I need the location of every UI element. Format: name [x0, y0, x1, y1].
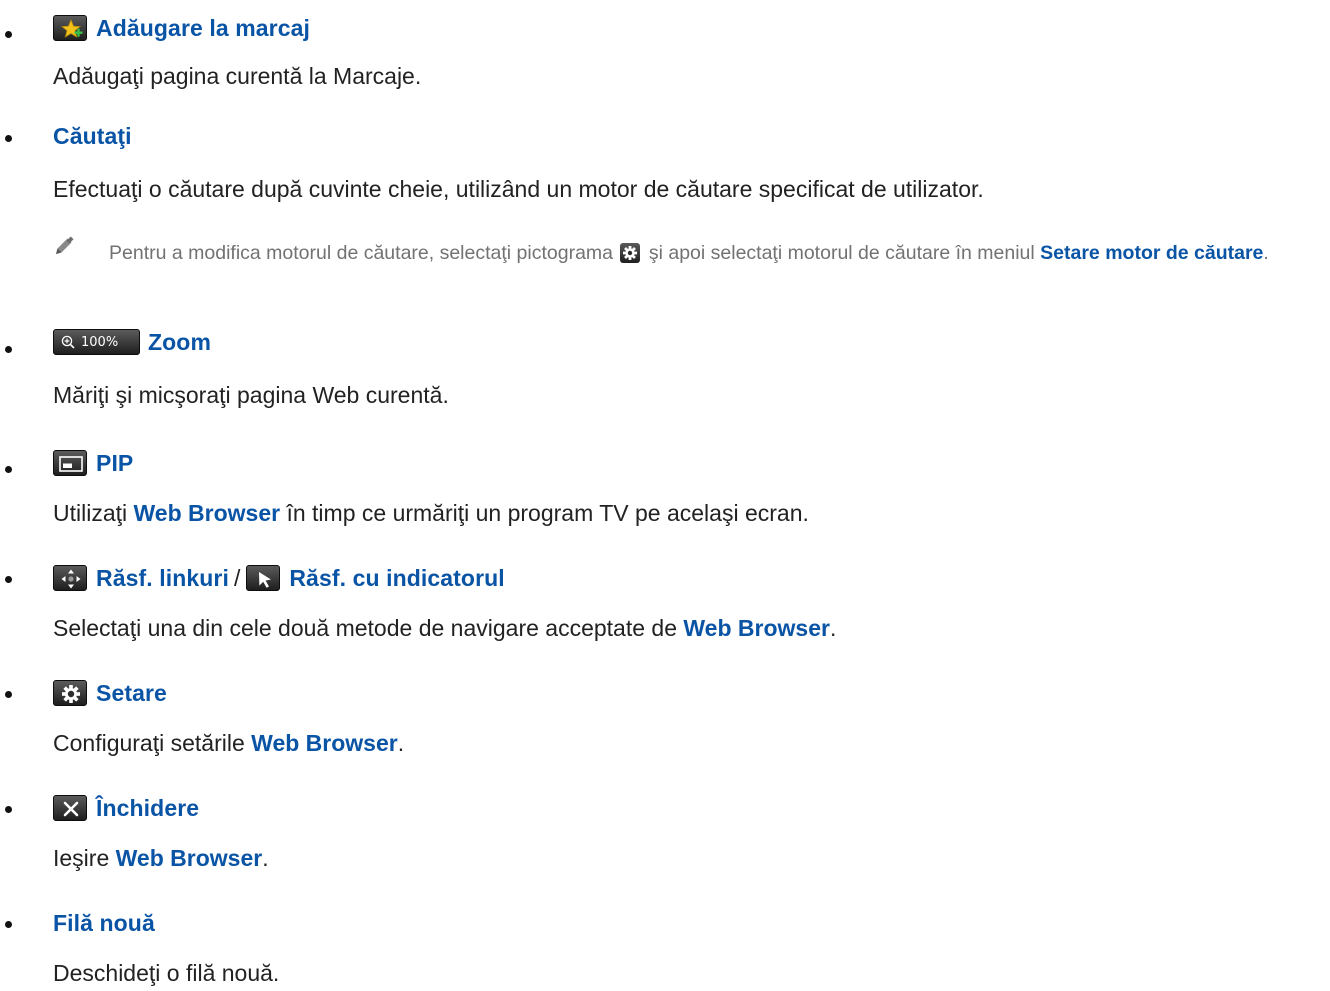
- item-description: Selectaţi una din cele două metode de na…: [53, 615, 836, 642]
- description-prefix: Selectaţi una din cele două metode de na…: [53, 615, 677, 641]
- note-text-before: Pentru a modifica motorul de căutare, se…: [109, 242, 614, 264]
- description-suffix: .: [397, 730, 405, 756]
- item-title: Adăugare la marcaj: [96, 14, 311, 41]
- item-title: PIP: [96, 449, 134, 476]
- close-icon: [53, 795, 87, 821]
- bullet: [5, 806, 12, 813]
- gear-icon: [53, 680, 87, 706]
- pencil-note-icon: [56, 236, 74, 254]
- bullet: [5, 135, 12, 142]
- note-menu-name: Setare motor de căutare: [1040, 242, 1264, 264]
- item-title-row: Filă nouă: [53, 908, 155, 938]
- item-title-row: 100% Zoom: [53, 327, 211, 357]
- item-title-2: Răsf. cu indicatorul: [289, 564, 505, 591]
- zoom-icon: 100%: [53, 329, 140, 355]
- bullet: [5, 466, 12, 473]
- item-title-row: Închidere: [53, 793, 199, 823]
- bullet: [5, 576, 12, 583]
- item-title: Căutaţi: [53, 122, 132, 149]
- note-text: Pentru a modifica motorul de căutare, se…: [109, 238, 1327, 269]
- description-suffix: .: [262, 845, 269, 871]
- note-text-middle: şi apoi selectaţi motorul de căutare în …: [648, 242, 1035, 264]
- item-description: Ieşire Web Browser.: [53, 845, 269, 872]
- item-title-row: Adăugare la marcaj: [53, 13, 310, 43]
- item-description: Măriţi şi micşoraţi pagina Web curentă.: [53, 382, 449, 408]
- gear-icon: [620, 243, 641, 263]
- bullet: [5, 346, 12, 353]
- description-prefix: Ieşire: [53, 845, 110, 871]
- zoom-level: 100%: [81, 334, 119, 350]
- item-description: Configuraţi setările Web Browser.: [53, 730, 404, 757]
- bullet: [5, 921, 12, 928]
- description-suffix: în timp ce urmăriţi un program TV pe ace…: [286, 500, 809, 526]
- item-title: Închidere: [96, 794, 200, 821]
- note-text-after: .: [1263, 242, 1269, 264]
- add-bookmark-star-icon: [53, 15, 87, 41]
- pointer-cursor-icon: [246, 565, 281, 591]
- description-suffix: .: [829, 615, 837, 641]
- item-title: Filă nouă: [53, 909, 155, 936]
- description-prefix: Configuraţi setările: [53, 730, 245, 756]
- item-description: Deschideţi o filă nouă.: [53, 960, 280, 986]
- bullet: [5, 691, 12, 698]
- link-browse-arrows-icon: [53, 565, 87, 591]
- item-title: Zoom: [148, 328, 211, 355]
- item-title: Setare: [96, 679, 167, 706]
- description-prefix: Utilizaţi: [53, 500, 128, 526]
- item-title-row: Setare: [53, 678, 167, 708]
- pip-icon: [53, 450, 87, 476]
- item-title-row: PIP: [53, 448, 133, 478]
- item-title-row: Răsf. linkuri / Răsf. cu indicatorul: [53, 563, 505, 593]
- title-separator: /: [233, 564, 241, 591]
- item-title: Răsf. linkuri: [96, 564, 229, 591]
- web-browser-name: Web Browser: [115, 845, 263, 871]
- bullet: [5, 31, 12, 38]
- item-description: Utilizaţi Web Browser în timp ce urmăriţ…: [53, 500, 809, 527]
- item-title-row: Căutaţi: [53, 121, 132, 151]
- web-browser-name: Web Browser: [683, 615, 830, 641]
- item-description: Adăugaţi pagina curentă la Marcaje.: [53, 63, 422, 89]
- web-browser-name: Web Browser: [251, 730, 398, 756]
- item-description: Efectuaţi o căutare după cuvinte cheie, …: [53, 176, 984, 202]
- web-browser-name: Web Browser: [133, 500, 281, 526]
